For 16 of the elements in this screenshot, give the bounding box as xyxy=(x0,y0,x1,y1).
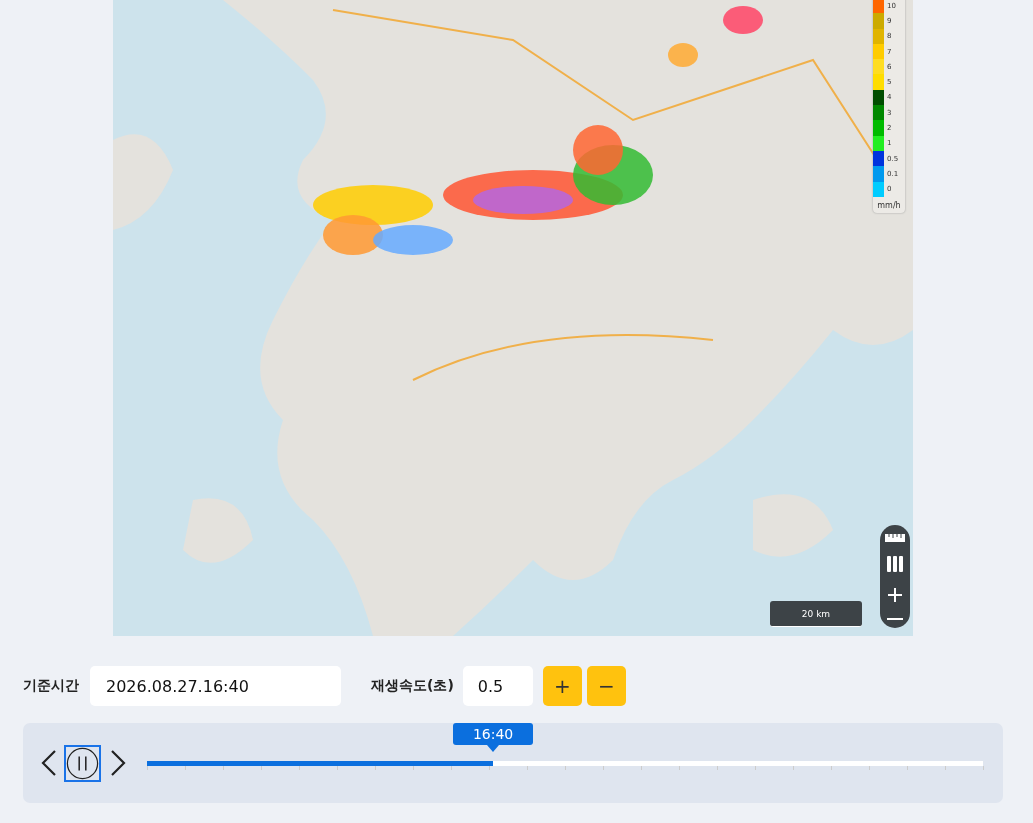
base-time-field[interactable]: 2026.08.27.16:40 xyxy=(90,666,341,706)
decrease-button[interactable]: − xyxy=(586,666,626,706)
zoom-out-icon[interactable] xyxy=(887,616,903,621)
scale-bar: 20 km xyxy=(770,601,862,627)
field-label: 재생속도(초) xyxy=(371,677,454,695)
ruler-icon[interactable] xyxy=(885,532,905,543)
layers-icon[interactable] xyxy=(886,556,904,573)
increase-button[interactable]: + xyxy=(542,666,582,706)
next-icon[interactable] xyxy=(109,749,127,777)
pause-button[interactable] xyxy=(64,744,101,782)
zoom-in-icon[interactable] xyxy=(887,586,903,603)
field-label: 기준시간 xyxy=(23,677,79,695)
previous-icon[interactable] xyxy=(40,749,58,777)
legend-unit: mm/h xyxy=(876,200,902,210)
time-tooltip: 16:40 xyxy=(453,722,534,752)
speed-field[interactable]: 0.5 xyxy=(462,666,533,706)
